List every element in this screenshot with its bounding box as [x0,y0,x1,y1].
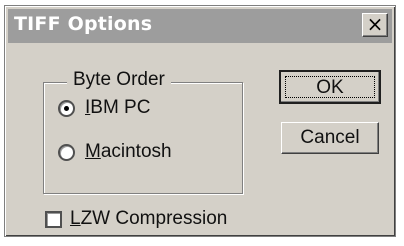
close-button[interactable]: × [362,13,388,37]
byte-order-label: Byte Order [67,69,171,91]
close-icon: × [366,12,384,36]
ok-focus-rect: OK [285,76,375,98]
cancel-button[interactable]: Cancel [281,122,379,154]
title-bar[interactable]: TIFF Options × [8,9,392,43]
radio-label-ibm-pc: IBM PC [85,97,151,118]
ok-label: OK [316,77,344,98]
lzw-label: LZW Compression [70,208,228,229]
byte-order-group: Byte Order IBM PC Macintosh [43,69,243,194]
cancel-label: Cancel [300,127,360,148]
ok-button[interactable]: OK [279,70,381,104]
radio-macintosh[interactable]: Macintosh [58,141,172,163]
radio-button-icon[interactable] [58,143,75,161]
radio-ibm-pc[interactable]: IBM PC [58,97,150,119]
dialog-title: TIFF Options [14,13,153,35]
lzw-checkbox[interactable] [45,210,62,228]
radio-button-icon[interactable] [58,99,75,117]
tiff-options-dialog: TIFF Options × Byte Order IBM PC Macinto… [4,5,396,237]
lzw-compression-option[interactable]: LZW Compression [45,208,227,230]
radio-label-macintosh: Macintosh [85,141,172,162]
